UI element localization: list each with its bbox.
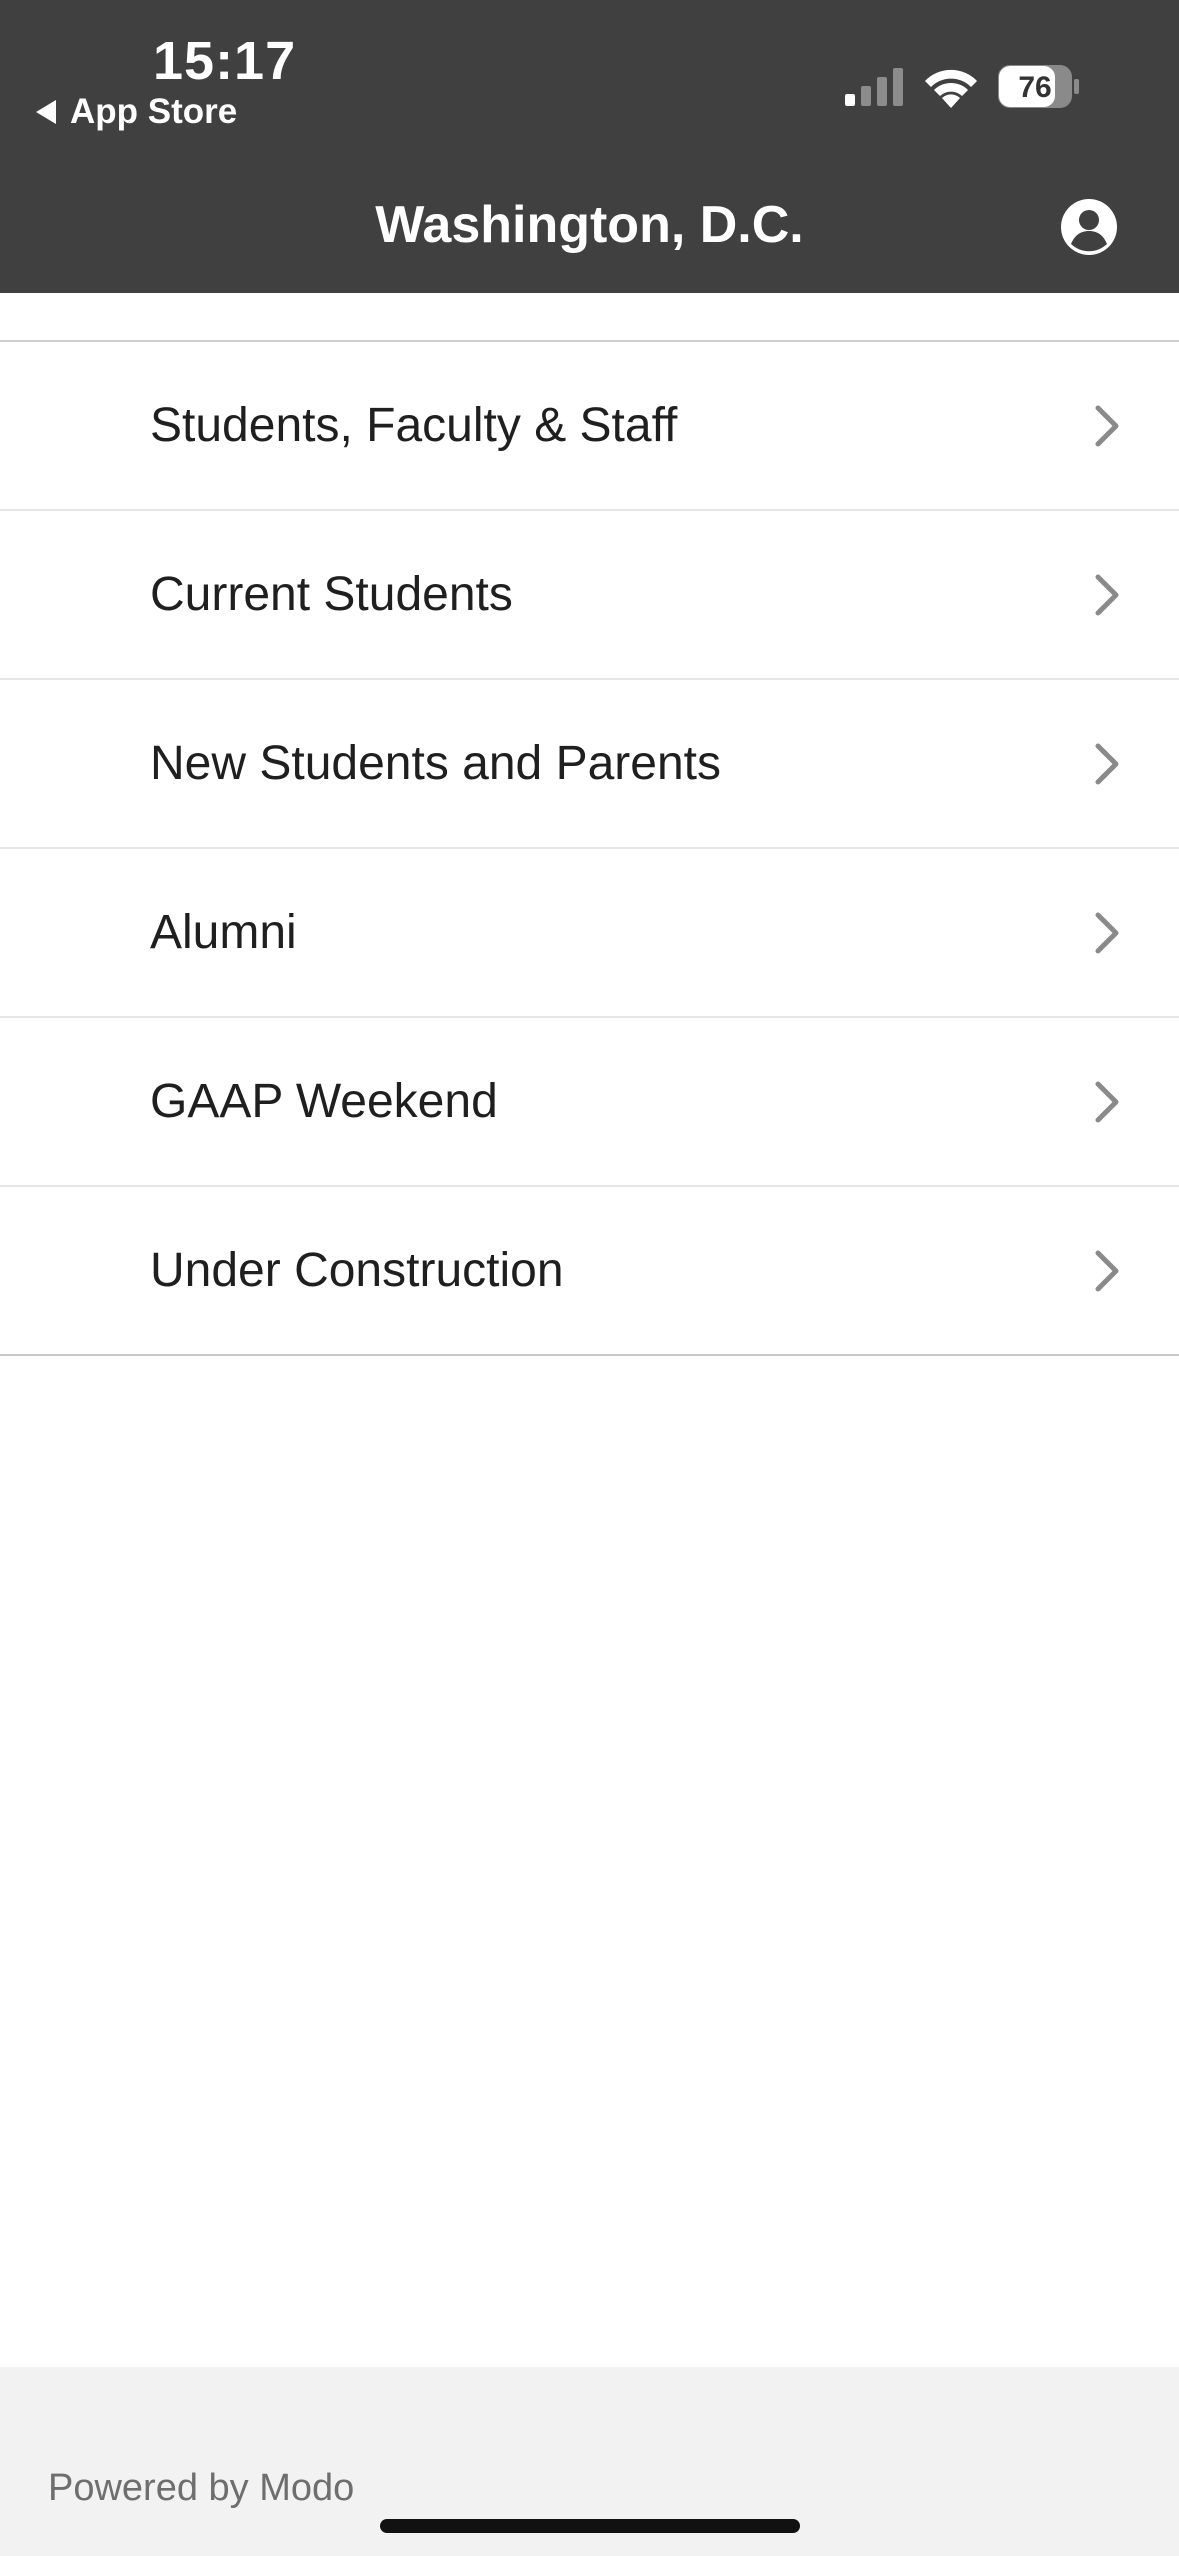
home-indicator[interactable] — [380, 2519, 800, 2533]
app-screen: 15:17 App Store 76 Washington, D.C. Stud… — [0, 0, 1179, 2556]
battery-level: 76 — [1018, 71, 1051, 104]
chevron-right-icon — [1095, 912, 1119, 953]
menu-item-label: Current Students — [150, 568, 513, 621]
back-app-label: App Store — [70, 92, 238, 131]
chevron-right-icon — [1095, 743, 1119, 784]
menu-item-label: Students, Faculty & Staff — [150, 399, 678, 452]
battery-icon: 76 — [998, 65, 1079, 108]
menu-item-label: Under Construction — [150, 1244, 564, 1297]
menu-item-label: GAAP Weekend — [150, 1075, 498, 1128]
chevron-right-icon — [1095, 574, 1119, 615]
header: 15:17 App Store 76 Washington, D.C. — [0, 0, 1179, 293]
page-title: Washington, D.C. — [375, 196, 804, 254]
menu-item-gaap-weekend[interactable]: GAAP Weekend — [0, 1018, 1179, 1187]
back-to-app-link[interactable]: App Store — [36, 92, 237, 132]
menu-item-current-students[interactable]: Current Students — [0, 511, 1179, 680]
chevron-right-icon — [1095, 405, 1119, 446]
status-time: 15:17 — [153, 31, 297, 91]
menu-list: Students, Faculty & Staff Current Studen… — [0, 340, 1179, 1356]
menu-item-label: Alumni — [150, 906, 297, 959]
chevron-right-icon — [1095, 1081, 1119, 1122]
menu-item-new-students-parents[interactable]: New Students and Parents — [0, 680, 1179, 849]
back-triangle-icon — [36, 100, 56, 124]
menu-item-alumni[interactable]: Alumni — [0, 849, 1179, 1018]
menu-item-label: New Students and Parents — [150, 737, 722, 790]
powered-by-text: Powered by Modo — [48, 2467, 355, 2509]
account-circle-icon[interactable] — [1060, 198, 1118, 256]
chevron-right-icon — [1095, 1250, 1119, 1291]
footer: Powered by Modo — [0, 2367, 1179, 2556]
wifi-icon — [925, 69, 977, 108]
menu-item-under-construction[interactable]: Under Construction — [0, 1187, 1179, 1356]
cellular-signal-icon — [845, 68, 903, 106]
menu-item-students-faculty-staff[interactable]: Students, Faculty & Staff — [0, 342, 1179, 511]
